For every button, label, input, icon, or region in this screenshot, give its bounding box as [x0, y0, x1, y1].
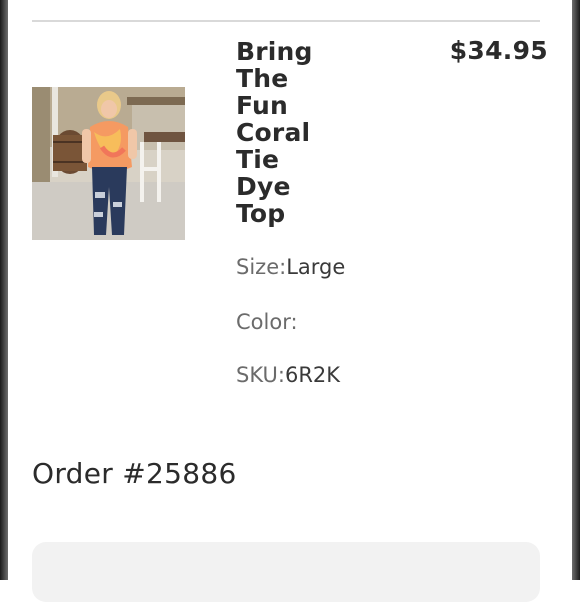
product-photo	[32, 87, 185, 240]
sku-attribute: SKU:6R2K	[236, 363, 340, 387]
sku-value: 6R2K	[284, 363, 341, 387]
screen-edge-left	[0, 0, 8, 580]
color-label: Color:	[236, 310, 298, 334]
size-attribute: Size:Large	[236, 255, 345, 279]
product-title-word: Fun	[236, 91, 289, 120]
section-divider	[32, 20, 540, 22]
color-attribute: Color:	[236, 310, 298, 334]
order-summary-card	[32, 542, 540, 602]
product-title[interactable]: Bring The Fun Coral Tie Dye Top	[236, 38, 356, 227]
product-title-word: Top	[236, 199, 286, 228]
screen-edge-right	[572, 0, 580, 580]
product-title-word: The	[236, 64, 289, 93]
sku-label: SKU:	[236, 363, 285, 387]
product-title-word: Coral	[236, 118, 311, 147]
order-number: Order #25886	[32, 457, 237, 490]
product-image[interactable]	[32, 87, 185, 240]
product-title-word: Tie	[236, 145, 280, 174]
size-value: Large	[286, 255, 346, 279]
size-label: Size:	[236, 255, 287, 279]
product-price: $34.95	[449, 36, 548, 65]
product-title-word: Bring	[236, 37, 313, 66]
product-title-word: Dye	[236, 172, 291, 201]
